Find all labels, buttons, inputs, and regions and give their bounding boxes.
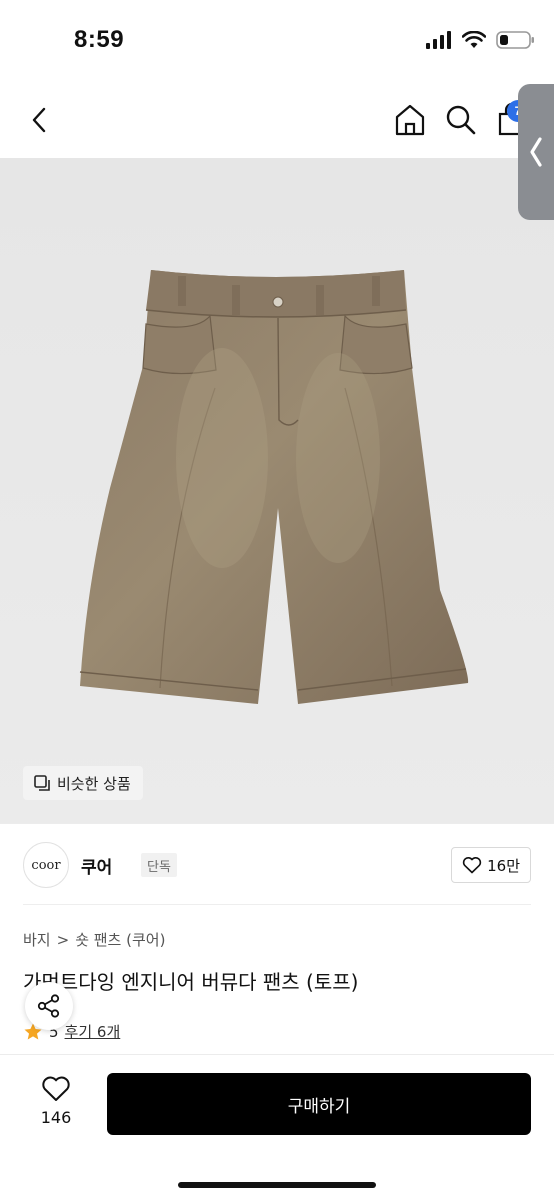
bottom-purchase-bar: 146 구매하기 <box>0 1054 554 1200</box>
breadcrumb-separator: > <box>56 930 70 949</box>
status-time: 8:59 <box>74 26 125 53</box>
divider <box>23 904 531 905</box>
search-button[interactable] <box>443 102 479 138</box>
home-button[interactable] <box>392 102 428 138</box>
back-button[interactable] <box>22 102 58 138</box>
review-link[interactable]: 후기 6개 <box>65 1021 121 1042</box>
wishlist-count: 146 <box>40 1108 72 1127</box>
status-icons <box>426 30 536 50</box>
brand-logo[interactable]: coor <box>23 842 69 888</box>
chevron-left-icon <box>530 137 542 167</box>
top-nav <box>0 84 554 158</box>
similar-products-label: 비슷한 상품 <box>57 774 131 793</box>
side-panel-toggle[interactable] <box>518 84 554 220</box>
heart-outline-icon <box>462 857 482 874</box>
battery-icon <box>496 31 534 49</box>
heart-icon <box>42 1076 70 1101</box>
back-icon <box>32 107 46 133</box>
brand-row: coor 쿠어 단독 16만 <box>23 842 531 888</box>
exclusive-badge: 단독 <box>141 853 177 877</box>
home-indicator <box>178 1182 376 1188</box>
buy-button[interactable]: 구매하기 <box>107 1073 531 1135</box>
status-bar: 8:59 <box>0 0 554 84</box>
similar-products-button[interactable]: 비슷한 상품 <box>23 766 143 800</box>
breadcrumb-category[interactable]: 바지 <box>23 929 51 950</box>
product-title: 가먼트다잉 엔지니어 버뮤다 팬츠 (토프) <box>23 970 359 994</box>
breadcrumb-subcategory[interactable]: 숏 팬츠 (쿠어) <box>75 929 165 950</box>
wishlist-button[interactable]: 146 <box>28 1075 84 1135</box>
wifi-icon <box>462 31 486 48</box>
brand-name[interactable]: 쿠어 <box>81 853 112 878</box>
signal-icon <box>426 31 451 49</box>
similar-icon <box>34 775 50 791</box>
brand-like-button[interactable]: 16만 <box>451 847 531 883</box>
breadcrumb: 바지 > 숏 팬츠 (쿠어) <box>23 929 165 950</box>
divider <box>0 823 554 824</box>
home-icon <box>395 104 425 136</box>
product-image[interactable]: 비슷한 상품 <box>0 158 554 823</box>
share-icon <box>37 994 60 1018</box>
search-icon <box>446 105 476 135</box>
product-photo <box>0 158 554 823</box>
share-button[interactable] <box>25 982 73 1030</box>
brand-like-count: 16만 <box>487 856 520 875</box>
